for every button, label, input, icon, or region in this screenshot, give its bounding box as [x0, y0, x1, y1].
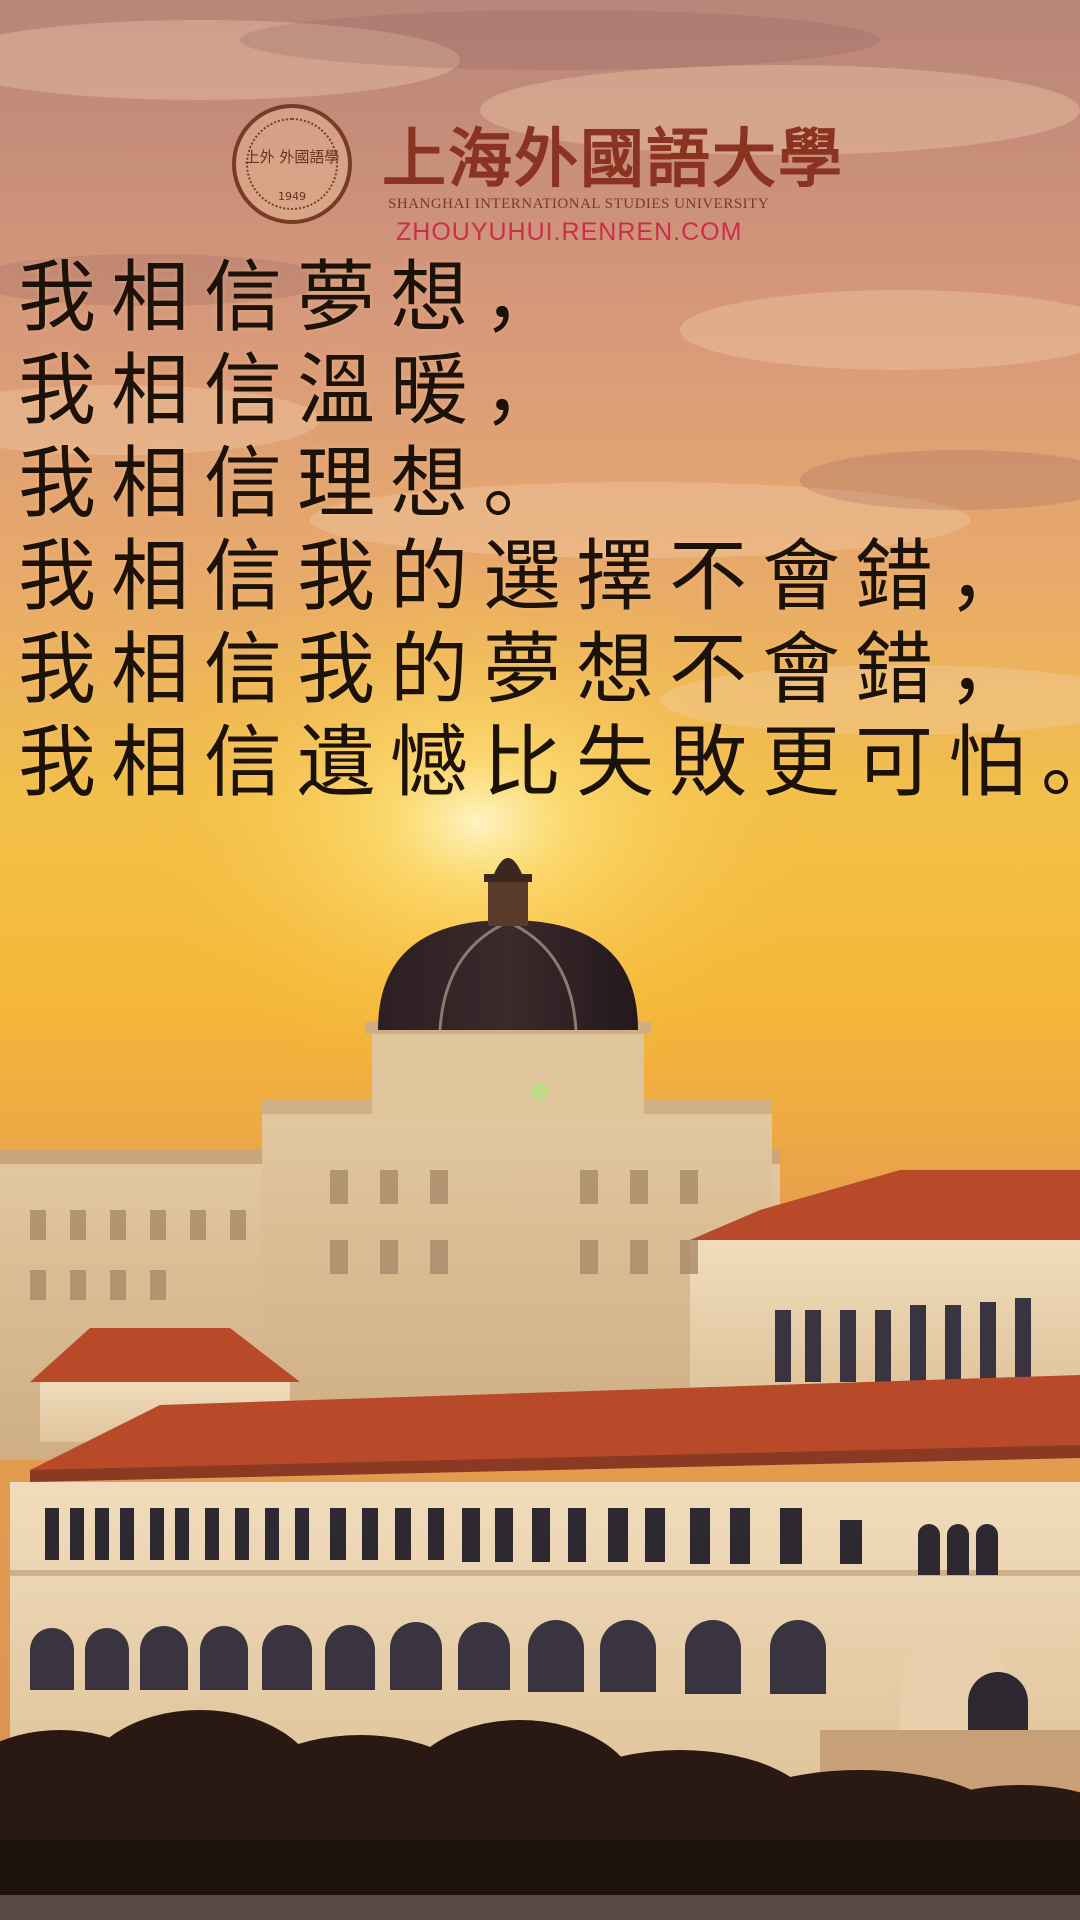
university-name-cn: 上海外國語大學 — [382, 122, 844, 197]
poem-line: 我相信夢想， — [18, 253, 577, 343]
university-logo: 上外 外國語學 1949 上海外國語大學 SHANGHAI INTERNATIO… — [232, 102, 852, 252]
poem-line: 我相信溫暖， — [18, 346, 577, 436]
poem-line: 我相信我的夢想不會錯， — [18, 625, 1042, 715]
poem-line: 我相信我的選擇不會錯， — [18, 532, 1042, 622]
seal-year: 1949 — [278, 190, 306, 203]
seal-text: 上外 外國語學 — [244, 148, 340, 166]
university-name-en: SHANGHAI INTERNATIONAL STUDIES UNIVERSIT… — [388, 196, 770, 212]
poem-line: 我相信理想。 — [18, 439, 577, 529]
poem-line: 我相信遺憾比失敗更可怕。 — [18, 718, 1080, 808]
university-seal: 上外 外國語學 1949 — [232, 104, 352, 224]
poem-text: 我相信夢想， 我相信溫暖， 我相信理想。 我相信我的選擇不會錯， 我相信我的夢想… — [18, 252, 1080, 810]
watermark-url: ZHOUYUHUI.RENREN.COM — [396, 218, 743, 246]
